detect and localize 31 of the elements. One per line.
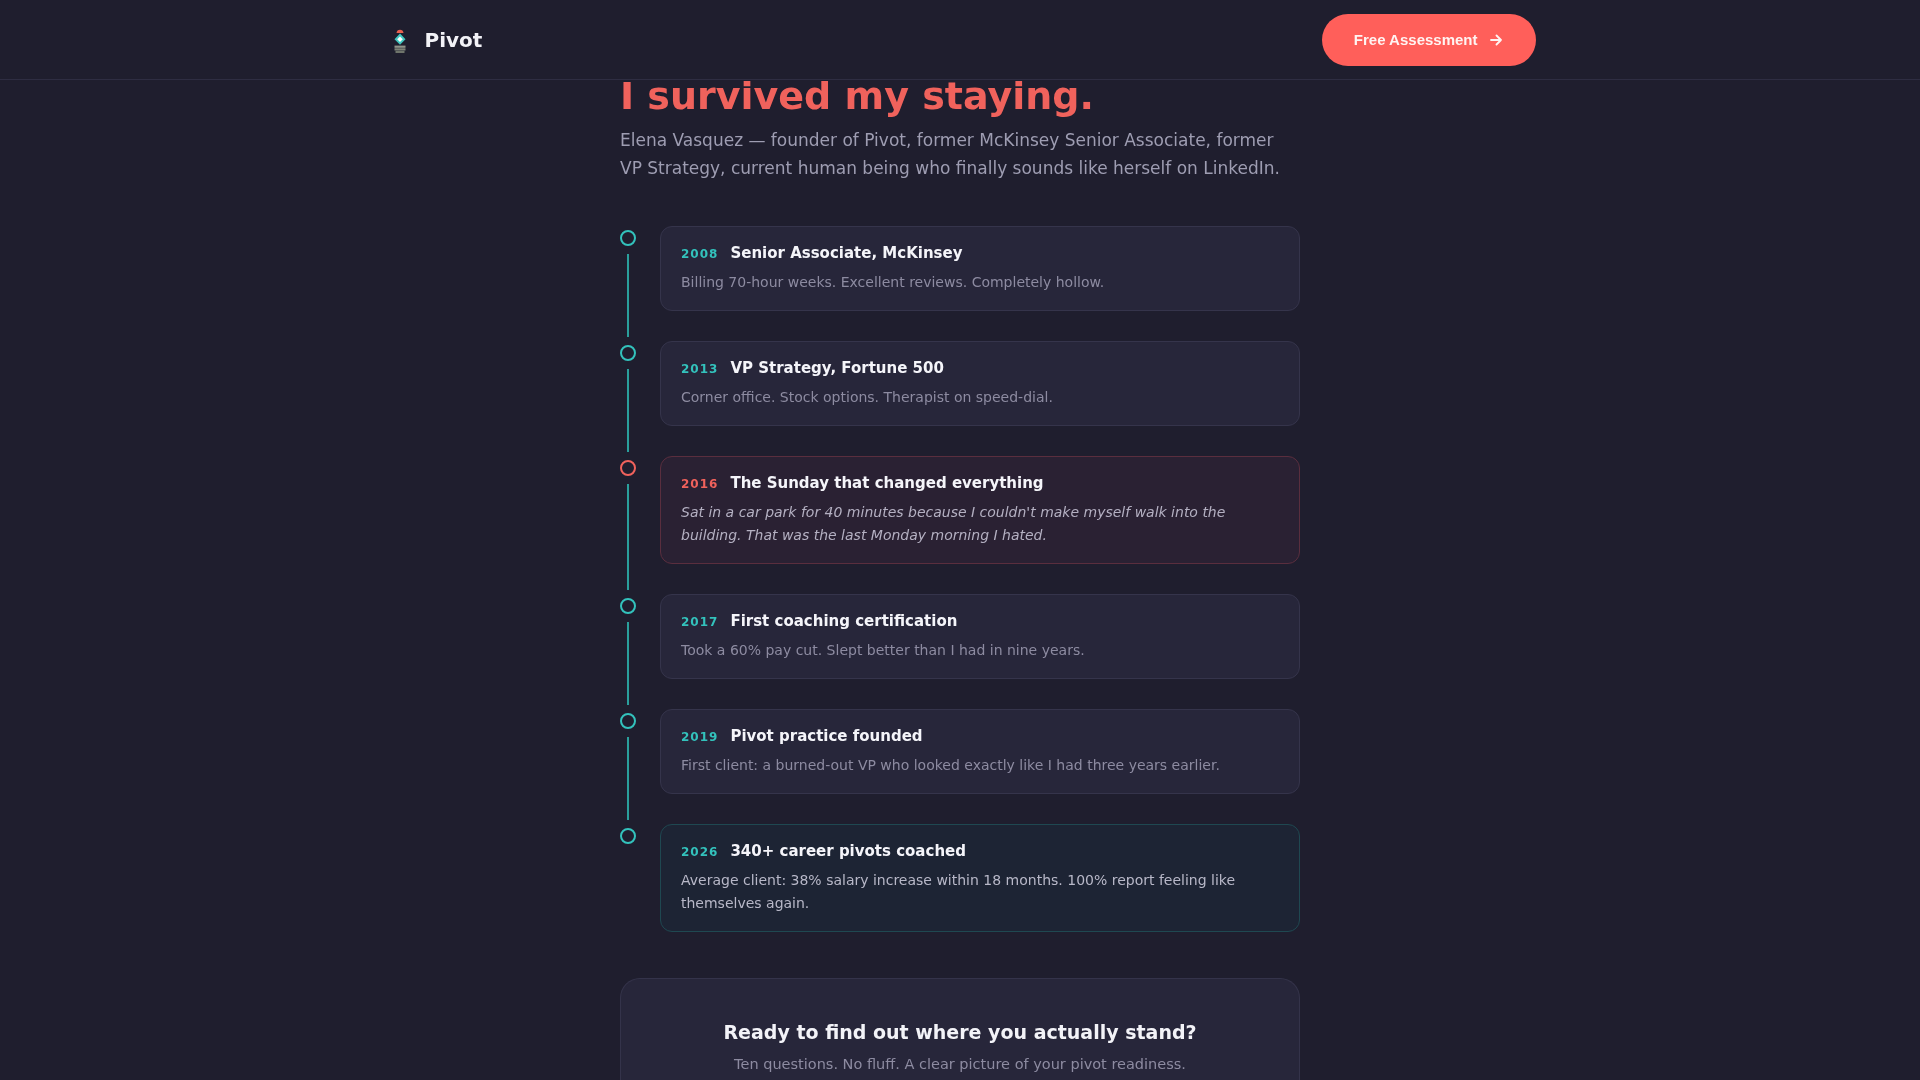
ring-icon: [620, 344, 636, 361]
ring-icon: [620, 229, 636, 246]
card-description: Average client: 38% salary increase within 18 months. 100% report feeling like themselves again.: [681, 870, 1237, 913]
card-title: Senior Associate, McKinsey: [730, 242, 963, 263]
card-title: VP Strategy, Fortune 500: [730, 357, 944, 378]
year-label: 2026: [681, 843, 719, 860]
cta-text: Ten questions. No fluff. A clear picture of your pivot readiness.: [733, 1054, 1187, 1074]
year-label: 2016: [681, 475, 719, 492]
card-title: Pivot practice founded: [730, 725, 923, 746]
ring-icon: [620, 712, 636, 729]
intro-text: Elena Vasquez — founder of Pivot, former McKinsey Senior Associate, former VP Strategy, current human being who finally sounds like herself on LinkedIn.: [620, 128, 1281, 180]
ring-icon: [620, 827, 636, 844]
card-description: Corner office. Stock options. Therapist on speed-dial.: [681, 387, 1054, 407]
card-title: The Sunday that changed everything: [730, 472, 1044, 493]
card-description: Sat in a car park for 40 minutes because I couldn't make myself walk into the building. That was the last Monday morning I hated.: [681, 502, 1227, 545]
card-description: Billing 70-hour weeks. Excellent reviews. Completely hollow.: [681, 272, 1106, 292]
ring-icon: [620, 597, 636, 614]
card-title: First coaching certification: [730, 610, 958, 631]
arrow-right-icon: [1489, 33, 1502, 46]
page-heading: I survived my staying.: [620, 74, 1095, 120]
ring-icon: [620, 459, 636, 476]
card-title: 340+ career pivots coached: [730, 840, 966, 861]
brand-name: Pivot: [424, 26, 483, 53]
year-label: 2013: [681, 360, 719, 377]
year-label: 2008: [681, 245, 719, 262]
card-description: Took a 60% pay cut. Slept better than I had in nine years.: [681, 640, 1086, 660]
year-label: 2017: [681, 613, 719, 630]
free-assessment-button[interactable]: Free Assessment: [1321, 13, 1536, 66]
cta-heading: Ready to find out where you actually stand?: [722, 1019, 1198, 1045]
card-description: First client: a burned-out VP who looked exactly like I had three years earlier.: [681, 755, 1221, 775]
year-label: 2019: [681, 728, 719, 745]
